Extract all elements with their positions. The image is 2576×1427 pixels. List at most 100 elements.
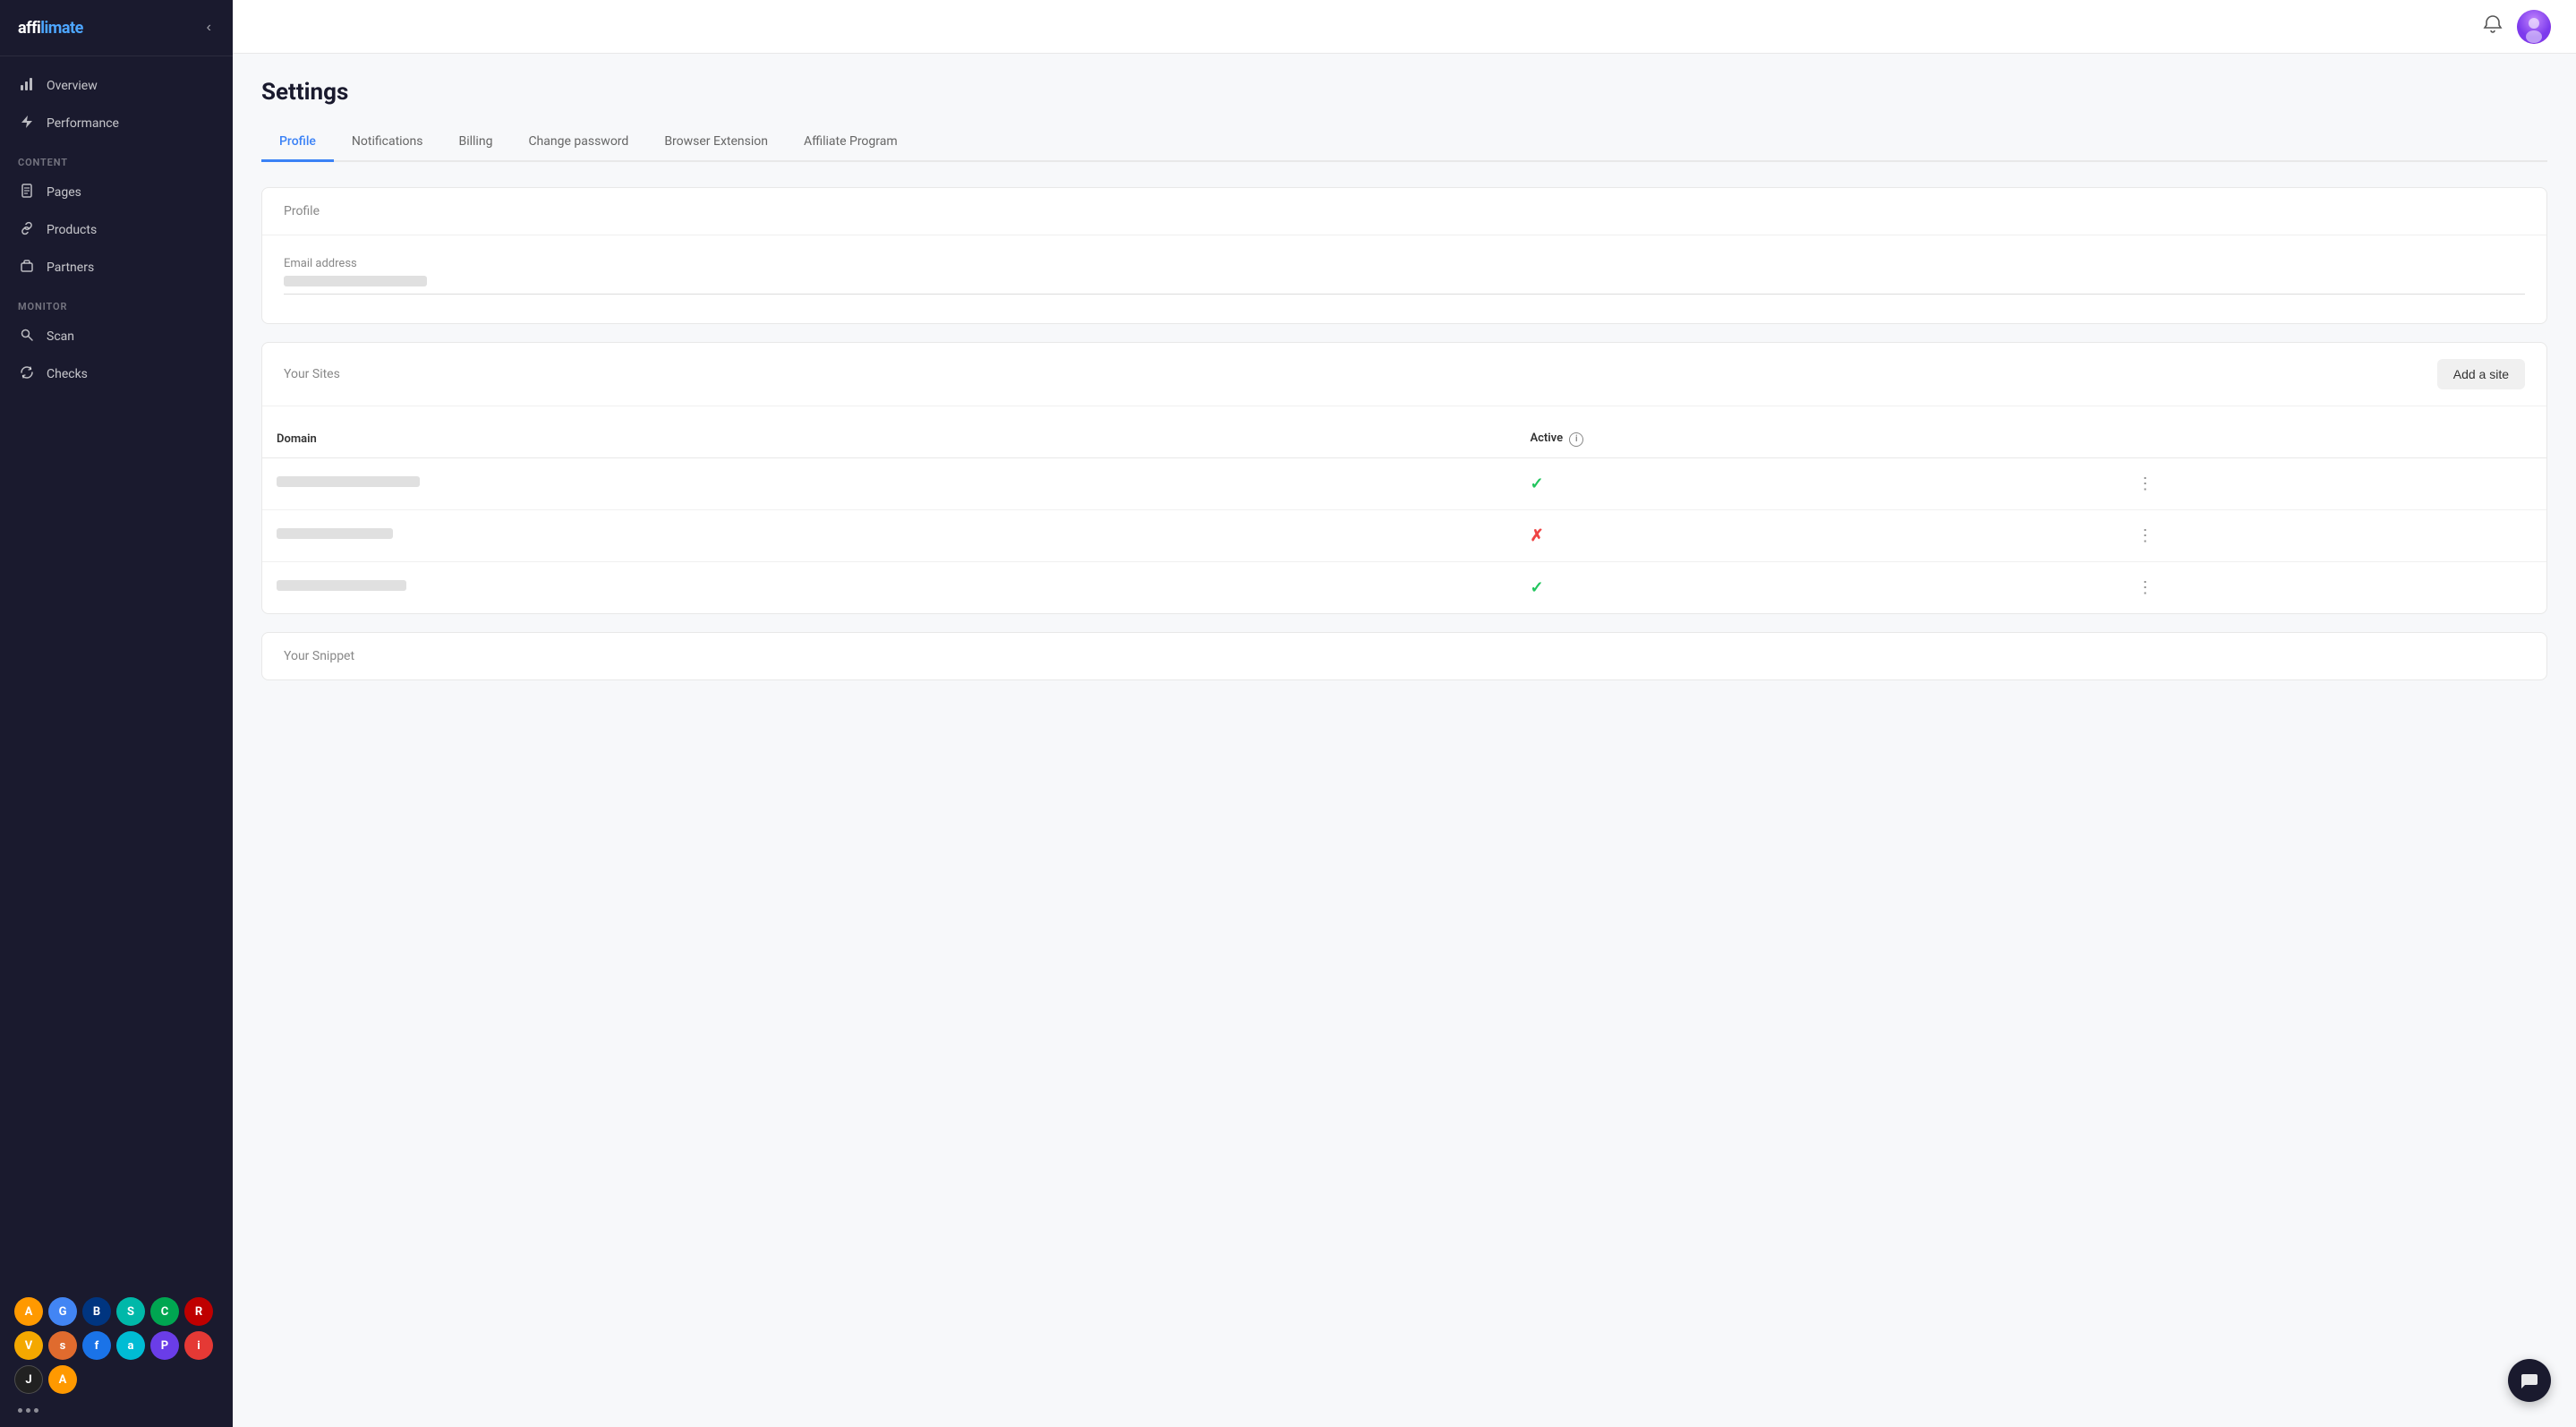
chart-icon xyxy=(18,77,36,95)
actions-cell: ⋮ xyxy=(2116,457,2546,509)
page-area: Settings Profile Notifications Billing C… xyxy=(233,54,2576,1427)
sidebar-header: affilimate ‹ xyxy=(0,0,233,56)
sidebar-item-performance[interactable]: Performance xyxy=(0,105,233,142)
active-cell: ✓ xyxy=(1515,561,2115,613)
refresh-icon xyxy=(18,365,36,383)
briefcase-icon xyxy=(18,259,36,277)
snippet-card: Your Snippet xyxy=(261,632,2547,680)
integration-google[interactable]: G xyxy=(48,1297,77,1326)
sidebar-item-label: Products xyxy=(47,223,97,237)
row-menu-button[interactable]: ⋮ xyxy=(2130,525,2161,547)
integration-partnerize[interactable]: P xyxy=(150,1331,179,1360)
active-cell: ✓ xyxy=(1515,457,2115,509)
active-check-icon: ✓ xyxy=(1530,474,1543,493)
profile-card-body: Email address xyxy=(262,235,2546,323)
integration-shareasale[interactable]: s xyxy=(48,1331,77,1360)
sites-table: Domain Active i xyxy=(262,421,2546,613)
table-row: ✗ ⋮ xyxy=(262,509,2546,561)
integration-booking[interactable]: B xyxy=(82,1297,111,1326)
table-row: ✓ ⋮ xyxy=(262,457,2546,509)
profile-card: Profile Email address xyxy=(261,187,2547,324)
sidebar-item-label: Performance xyxy=(47,116,119,131)
doc-icon xyxy=(18,184,36,201)
sidebar-item-label: Overview xyxy=(47,79,98,93)
integration-amazon2[interactable]: A xyxy=(48,1365,77,1394)
sites-table-wrapper: Domain Active i xyxy=(262,421,2546,613)
sidebar: affilimate ‹ Overview Performance xyxy=(0,0,233,1427)
link-icon xyxy=(18,221,36,239)
app-logo: affilimate xyxy=(18,19,83,38)
sidebar-item-label: Scan xyxy=(47,329,74,344)
topbar xyxy=(233,0,2576,54)
sidebar-item-label: Partners xyxy=(47,261,94,275)
row-menu-button[interactable]: ⋮ xyxy=(2130,577,2161,599)
snippet-section-title: Your Snippet xyxy=(262,633,2546,679)
sidebar-item-label: Checks xyxy=(47,367,88,381)
domain-cell xyxy=(262,509,1515,561)
integration-jrs[interactable]: J xyxy=(14,1365,43,1394)
domain-value-redacted xyxy=(277,476,420,487)
tab-notifications[interactable]: Notifications xyxy=(334,124,441,162)
table-row: ✓ ⋮ xyxy=(262,561,2546,613)
sidebar-item-overview[interactable]: Overview xyxy=(0,67,233,105)
integration-flexoffers[interactable]: f xyxy=(82,1331,111,1360)
active-cell: ✗ xyxy=(1515,509,2115,561)
integrations-list: A G B S C R V s f a P i J A xyxy=(0,1286,233,1401)
integration-rakuten[interactable]: R xyxy=(184,1297,213,1326)
sidebar-item-pages[interactable]: Pages xyxy=(0,174,233,211)
sites-section-title: Your Sites xyxy=(284,367,340,381)
domain-cell xyxy=(262,561,1515,613)
active-col-header: Active i xyxy=(1515,421,2115,457)
dot-1 xyxy=(18,1408,22,1413)
bolt-icon xyxy=(18,115,36,132)
profile-section-title: Profile xyxy=(262,188,2546,235)
search-icon xyxy=(18,328,36,346)
chat-fab-button[interactable] xyxy=(2508,1359,2551,1402)
sidebar-item-label: Pages xyxy=(47,185,81,200)
tab-profile[interactable]: Profile xyxy=(261,124,334,162)
sidebar-item-partners[interactable]: Partners xyxy=(0,249,233,286)
active-cross-icon: ✗ xyxy=(1530,526,1543,545)
notifications-bell[interactable] xyxy=(2483,14,2503,38)
sidebar-collapse-button[interactable]: ‹ xyxy=(203,16,215,39)
active-info-icon[interactable]: i xyxy=(1569,432,1583,447)
active-check-icon: ✓ xyxy=(1530,578,1543,597)
sidebar-nav: Overview Performance CONTENT Pages xyxy=(0,56,233,1286)
domain-value-redacted xyxy=(277,528,393,539)
domain-col-header: Domain xyxy=(262,421,1515,457)
integration-skimlinks[interactable]: S xyxy=(116,1297,145,1326)
integration-impact[interactable]: i xyxy=(184,1331,213,1360)
sidebar-item-products[interactable]: Products xyxy=(0,211,233,249)
tab-change-password[interactable]: Change password xyxy=(510,124,646,162)
sidebar-item-checks[interactable]: Checks xyxy=(0,355,233,393)
dot-3 xyxy=(34,1408,38,1413)
integration-awin[interactable]: a xyxy=(116,1331,145,1360)
dot-2 xyxy=(26,1408,30,1413)
actions-cell: ⋮ xyxy=(2116,561,2546,613)
domain-cell xyxy=(262,457,1515,509)
actions-col-header xyxy=(2116,421,2546,457)
sidebar-item-scan[interactable]: Scan xyxy=(0,318,233,355)
page-title: Settings xyxy=(261,79,2547,106)
user-avatar[interactable] xyxy=(2517,10,2551,44)
main-content: Settings Profile Notifications Billing C… xyxy=(233,0,2576,1427)
actions-cell: ⋮ xyxy=(2116,509,2546,561)
settings-tabs: Profile Notifications Billing Change pas… xyxy=(261,124,2547,162)
domain-value-redacted xyxy=(277,580,406,591)
email-form-group: Email address xyxy=(284,257,2525,295)
integration-amazon[interactable]: A xyxy=(14,1297,43,1326)
integration-viglink[interactable]: V xyxy=(14,1331,43,1360)
tab-affiliate-program[interactable]: Affiliate Program xyxy=(786,124,916,162)
integration-cj[interactable]: C xyxy=(150,1297,179,1326)
more-integrations-button[interactable] xyxy=(0,1401,233,1427)
sites-card: Your Sites Add a site Domain Active i xyxy=(261,342,2547,614)
row-menu-button[interactable]: ⋮ xyxy=(2130,473,2161,495)
email-input-redacted xyxy=(284,276,427,286)
add-site-button[interactable]: Add a site xyxy=(2437,359,2525,389)
monitor-section-label: MONITOR xyxy=(0,286,233,318)
tab-browser-extension[interactable]: Browser Extension xyxy=(646,124,786,162)
content-section-label: CONTENT xyxy=(0,142,233,174)
sites-card-header: Your Sites Add a site xyxy=(262,343,2546,406)
tab-billing[interactable]: Billing xyxy=(441,124,511,162)
email-label: Email address xyxy=(284,257,2525,270)
